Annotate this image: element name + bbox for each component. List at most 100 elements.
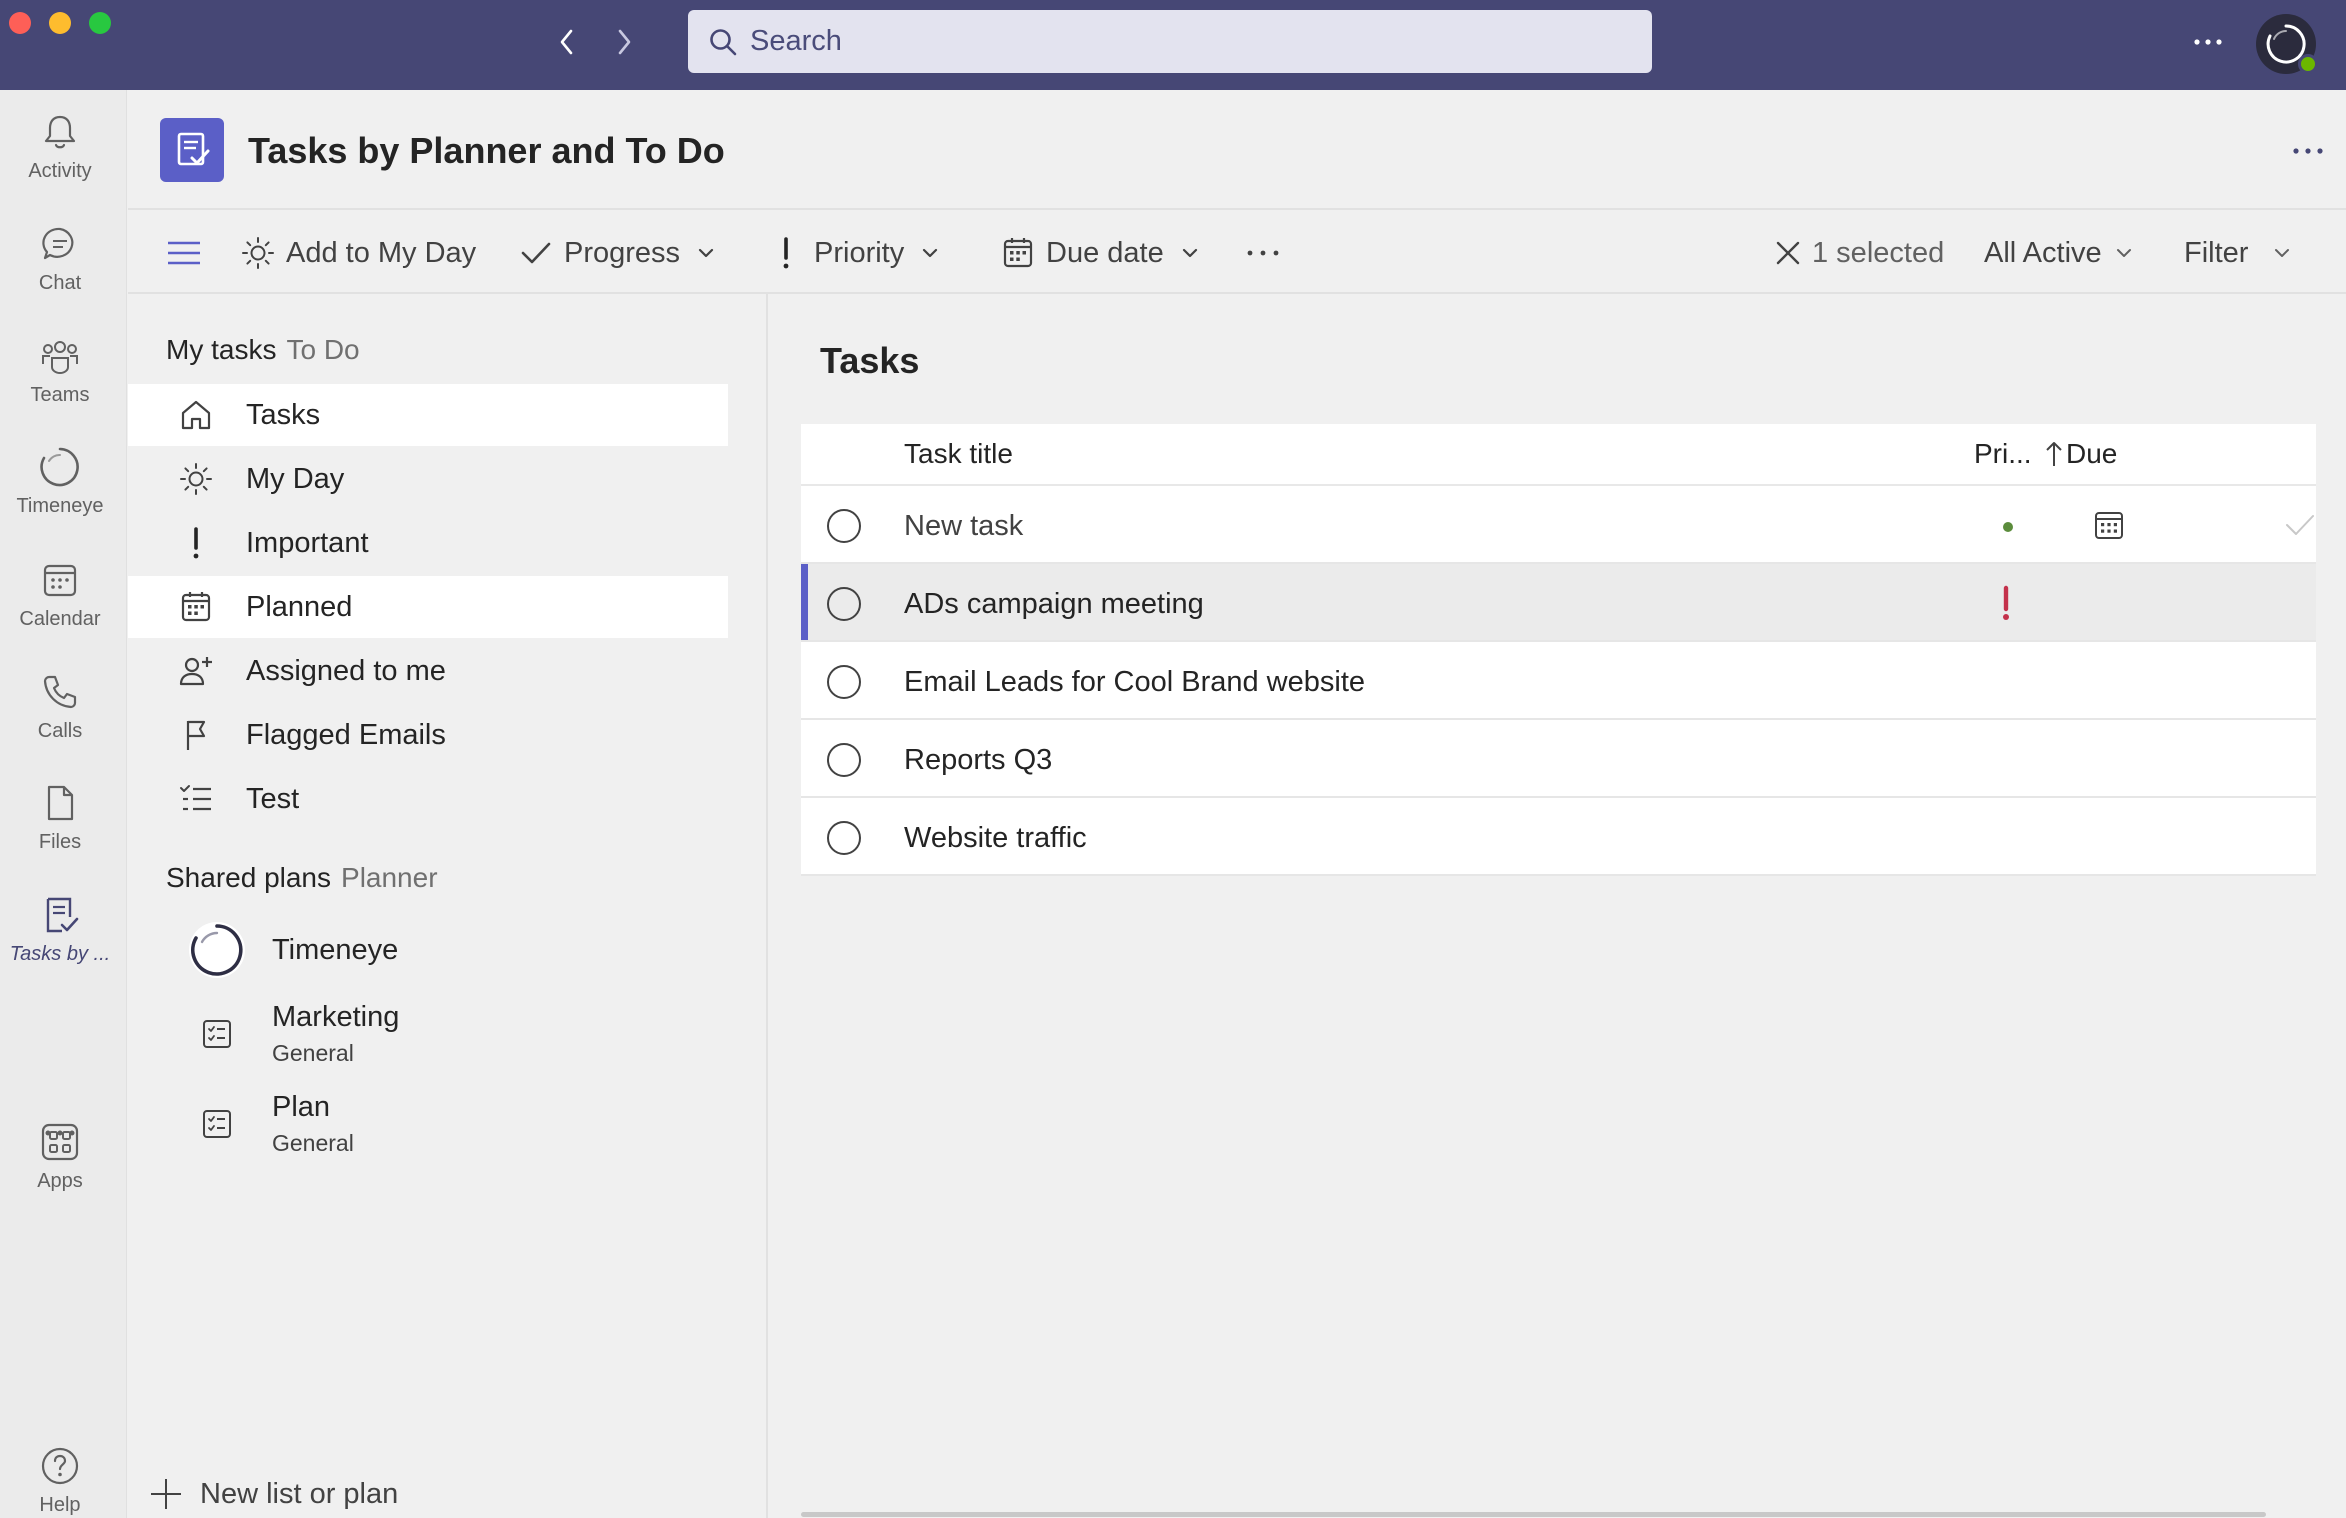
rail-label: Teams — [30, 384, 90, 406]
column-header-priority[interactable]: Pri... — [1974, 438, 2032, 470]
calendar-icon — [1000, 235, 1036, 271]
toolbar: Add to My Day Progress Priority Due date — [128, 212, 2346, 294]
task-title[interactable]: Website traffic — [904, 822, 1087, 855]
checkmark-icon — [518, 235, 554, 271]
add-to-my-day-label: Add to My Day — [286, 236, 477, 269]
new-list-button[interactable]: New list or plan — [146, 1474, 398, 1514]
progress-button[interactable]: Progress — [518, 212, 718, 294]
table-row[interactable]: Reports Q3 — [801, 720, 2316, 798]
rail-item-calendar[interactable]: Calendar — [0, 538, 120, 638]
table-row[interactable]: ADs campaign meeting — [801, 564, 2316, 642]
rail-item-tasks[interactable]: Tasks by ... — [0, 873, 120, 973]
chevron-down-icon — [2112, 241, 2136, 265]
apps-icon — [38, 1120, 82, 1164]
app-rail: Activity Chat Teams Timeneye Calendar Ca… — [0, 90, 127, 1518]
due-date-button[interactable]: Due date — [1000, 212, 1202, 294]
filter-button[interactable]: Filter — [2184, 212, 2294, 294]
tasks-icon — [177, 132, 210, 166]
rail-item-chat[interactable]: Chat — [0, 202, 120, 302]
rail-item-calls[interactable]: Calls — [0, 650, 120, 750]
complete-checkbox[interactable] — [827, 743, 861, 777]
task-table: Task title Pri... Due New task ADs campa… — [801, 424, 2316, 876]
search-box[interactable] — [688, 10, 1652, 73]
more-horizontal-icon — [1247, 250, 1279, 256]
important-icon[interactable] — [1996, 582, 2016, 624]
search-input[interactable] — [750, 25, 1630, 58]
shared-plans-title: Shared plans — [166, 862, 332, 893]
teams-icon — [38, 334, 82, 378]
due-date-label: Due date — [1046, 236, 1164, 269]
plan-item-plan[interactable]: Plan General — [128, 1084, 728, 1164]
flag-icon — [176, 715, 216, 755]
priority-dot-icon[interactable] — [2003, 522, 2013, 532]
window-close-button[interactable] — [9, 12, 31, 34]
my-tasks-subtitle: To Do — [286, 334, 360, 365]
sidebar-item-test[interactable]: Test — [128, 768, 728, 830]
sidebar-item-planned[interactable]: Planned — [128, 576, 728, 638]
horizontal-scrollbar[interactable] — [801, 1512, 2266, 1517]
task-title[interactable]: Reports Q3 — [904, 744, 1052, 777]
arrow-up-icon[interactable] — [2041, 438, 2067, 470]
more-options-button[interactable] — [2186, 24, 2230, 60]
forward-button[interactable] — [604, 22, 644, 62]
priority-label: Priority — [814, 236, 905, 269]
complete-checkbox[interactable] — [827, 509, 861, 543]
more-horizontal-icon — [2194, 39, 2222, 45]
plan-item-marketing[interactable]: Marketing General — [128, 994, 728, 1074]
app-more-button[interactable] — [2288, 136, 2328, 166]
sidebar-item-label: Important — [246, 526, 369, 559]
shared-plans-header: Shared plans Planner — [166, 862, 438, 894]
tasks-title: Tasks — [820, 340, 920, 381]
view-filter-dropdown[interactable]: All Active — [1984, 212, 2136, 294]
task-title[interactable]: New task — [904, 510, 1023, 543]
rail-label: Activity — [28, 160, 92, 182]
menu-toggle-button[interactable] — [166, 212, 212, 294]
toolbar-more-button[interactable] — [1246, 212, 1280, 294]
hamburger-icon — [166, 235, 202, 271]
add-to-my-day-button[interactable]: Add to My Day — [240, 212, 476, 294]
complete-checkbox[interactable] — [827, 821, 861, 855]
all-active-label: All Active — [1984, 236, 2102, 269]
complete-checkbox[interactable] — [827, 665, 861, 699]
priority-button[interactable]: Priority — [768, 212, 942, 294]
window-minimize-button[interactable] — [49, 12, 71, 34]
column-header-title[interactable]: Task title — [904, 438, 1013, 470]
sidebar-item-label: Flagged Emails — [246, 718, 446, 751]
sidebar-item-assigned-to-me[interactable]: Assigned to me — [128, 640, 728, 702]
sidebar-item-important[interactable]: Important — [128, 512, 728, 574]
rail-item-teams[interactable]: Teams — [0, 314, 120, 414]
rail-label: Apps — [37, 1170, 83, 1192]
exclamation-icon — [176, 523, 216, 563]
complete-checkbox[interactable] — [827, 587, 861, 621]
rail-label: Chat — [38, 272, 82, 294]
column-header-due[interactable]: Due — [2066, 438, 2117, 470]
sidebar-item-flagged-emails[interactable]: Flagged Emails — [128, 704, 728, 766]
chevron-down-icon — [1178, 241, 1202, 265]
rail-item-activity[interactable]: Activity — [0, 90, 120, 190]
plan-title: Marketing — [272, 1001, 400, 1033]
plan-subtitle: General — [272, 1130, 354, 1156]
checklist-icon — [176, 779, 216, 819]
avatar[interactable] — [2256, 14, 2318, 74]
table-row[interactable]: New task — [801, 486, 2316, 564]
chevron-left-icon — [560, 29, 573, 55]
clear-selection-button[interactable]: 1 selected — [1770, 212, 1944, 294]
task-title[interactable]: ADs campaign meeting — [904, 588, 1204, 621]
checkmark-icon[interactable] — [2283, 509, 2317, 541]
table-row[interactable]: Website traffic — [801, 798, 2316, 876]
chevron-down-icon — [694, 241, 718, 265]
table-row[interactable]: Email Leads for Cool Brand website — [801, 642, 2316, 720]
sidebar-item-my-day[interactable]: My Day — [128, 448, 728, 510]
plan-item-timeneye[interactable]: Timeneye — [128, 914, 728, 986]
my-tasks-header: My tasks To Do — [166, 334, 360, 366]
rail-label: Calendar — [19, 608, 101, 630]
rail-item-help[interactable]: Help — [0, 1424, 120, 1518]
rail-item-timeneye[interactable]: Timeneye — [0, 425, 120, 525]
calendar-icon[interactable] — [2093, 509, 2125, 541]
sidebar-item-tasks[interactable]: Tasks — [128, 384, 728, 446]
rail-item-apps[interactable]: Apps — [0, 1100, 120, 1200]
window-maximize-button[interactable] — [89, 12, 111, 34]
back-button[interactable] — [547, 22, 587, 62]
rail-item-files[interactable]: Files — [0, 761, 120, 861]
task-title[interactable]: Email Leads for Cool Brand website — [904, 666, 1365, 699]
